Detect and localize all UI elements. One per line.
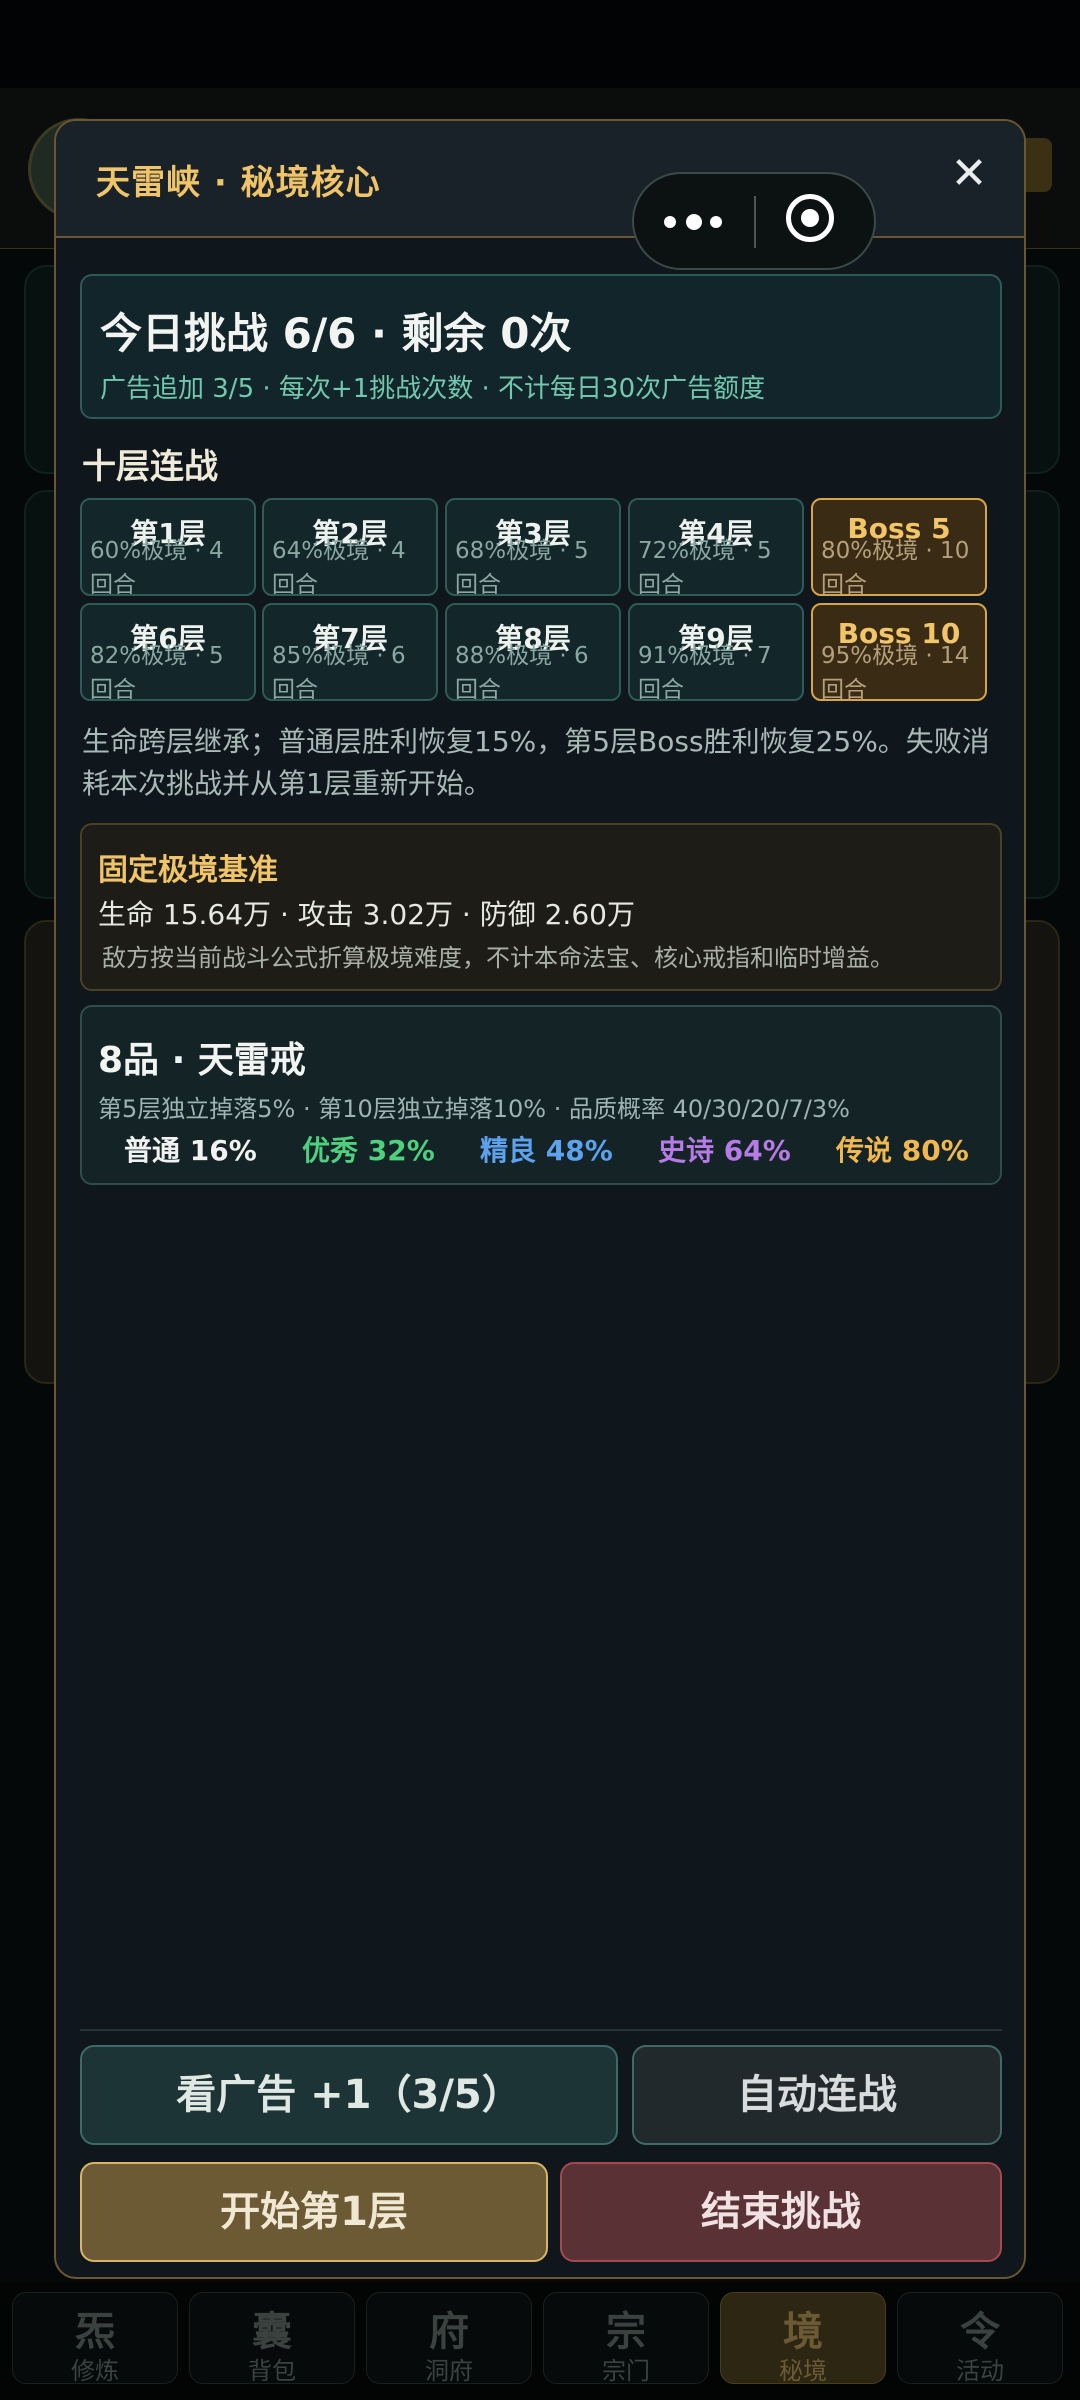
close-icon[interactable]: ✕ bbox=[944, 149, 994, 199]
rule-text: 生命跨层继承；普通层胜利恢复15%，第5层Boss胜利恢复25%。失败消耗本次挑… bbox=[82, 725, 990, 800]
floor-desc: 72%极境 · 5回合 bbox=[638, 538, 772, 596]
more-dots-icon[interactable] bbox=[664, 198, 726, 244]
secret-realm-modal: 天雷峡 · 秘境核心 ✕ 今日挑战 6/6 · 剩余 0次 广告追加 3/5 ·… bbox=[54, 119, 1026, 2279]
floor-desc: 82%极境 · 5回合 bbox=[90, 643, 224, 701]
floor-tile[interactable]: 第3层 68%极境 · 5回合 bbox=[445, 498, 621, 596]
start-floor-button[interactable]: 开始第1层 bbox=[80, 2162, 548, 2262]
floor-desc: 64%极境 · 4回合 bbox=[272, 538, 406, 596]
end-challenge-button[interactable]: 结束挑战 bbox=[560, 2162, 1002, 2262]
quality-rate: 史诗 64% bbox=[658, 1134, 791, 1167]
baseline-stats: 生命 15.64万 · 攻击 3.02万 · 防御 2.60万 bbox=[98, 898, 635, 931]
divider bbox=[754, 196, 756, 248]
divider bbox=[80, 2029, 1002, 2031]
boss-floor-tile[interactable]: Boss 5 80%极境 · 10回合 bbox=[811, 498, 987, 596]
quality-rate: 精良 48% bbox=[480, 1134, 613, 1167]
floor-tile[interactable]: 第7层 85%极境 · 6回合 bbox=[262, 603, 438, 701]
nav-icon: 令 bbox=[960, 2309, 1000, 2355]
challenge-count: 今日挑战 6/6 · 剩余 0次 bbox=[100, 309, 572, 358]
floor-desc: 95%极境 · 14回合 bbox=[821, 643, 970, 701]
floor-desc: 60%极境 · 4回合 bbox=[90, 538, 224, 596]
baseline-note: 敌方按当前战斗公式折算极境难度，不计本命法宝、核心戒指和临时增益。 bbox=[102, 944, 894, 972]
floor-tile[interactable]: 第4层 72%极境 · 5回合 bbox=[628, 498, 804, 596]
status-bar-area bbox=[0, 0, 1080, 88]
nav-item[interactable]: 宗宗门 bbox=[543, 2292, 709, 2385]
floor-desc: 80%极境 · 10回合 bbox=[821, 538, 970, 596]
nav-icon: 囊 bbox=[252, 2309, 292, 2355]
baseline-panel: 固定极境基准 生命 15.64万 · 攻击 3.02万 · 防御 2.60万 敌… bbox=[80, 823, 1002, 991]
reward-panel: 8品 · 天雷戒 第5层独立掉落5% · 第10层独立掉落10% · 品质概率 … bbox=[80, 1005, 1002, 1185]
nav-icon: 炁 bbox=[75, 2309, 115, 2355]
section-title: 十层连战 bbox=[82, 447, 218, 487]
boss-floor-tile[interactable]: Boss 10 95%极境 · 14回合 bbox=[811, 603, 987, 701]
nav-icon: 宗 bbox=[606, 2309, 646, 2355]
bottom-nav: 炁修炼囊背包府洞府宗宗门境秘境令活动 bbox=[0, 2282, 1080, 2400]
reward-drop-info: 第5层独立掉落5% · 第10层独立掉落10% · 品质概率 40/30/20/… bbox=[98, 1095, 850, 1123]
baseline-title: 固定极境基准 bbox=[98, 853, 278, 888]
modal-header: 天雷峡 · 秘境核心 ✕ bbox=[56, 121, 1024, 238]
floor-desc: 68%极境 · 5回合 bbox=[455, 538, 589, 596]
nav-item[interactable]: 境秘境 bbox=[720, 2292, 886, 2385]
nav-icon: 境 bbox=[783, 2309, 823, 2355]
modal-title: 天雷峡 · 秘境核心 bbox=[96, 163, 381, 203]
challenge-ad-info: 广告追加 3/5 · 每次+1挑战次数 · 不计每日30次广告额度 bbox=[100, 374, 766, 404]
nav-label: 背包 bbox=[248, 2357, 296, 2385]
floor-tile[interactable]: 第8层 88%极境 · 6回合 bbox=[445, 603, 621, 701]
quality-rate: 普通 16% bbox=[124, 1134, 257, 1167]
nav-label: 修炼 bbox=[71, 2357, 119, 2385]
nav-label: 活动 bbox=[956, 2357, 1004, 2385]
nav-item[interactable]: 令活动 bbox=[897, 2292, 1063, 2385]
nav-item[interactable]: 囊背包 bbox=[189, 2292, 355, 2385]
nav-icon: 府 bbox=[429, 2309, 469, 2355]
nav-label: 宗门 bbox=[602, 2357, 650, 2385]
nav-label: 秘境 bbox=[779, 2357, 827, 2385]
target-circle-icon[interactable] bbox=[786, 194, 834, 242]
floor-desc: 88%极境 · 6回合 bbox=[455, 643, 589, 701]
floor-tile[interactable]: 第9层 91%极境 · 7回合 bbox=[628, 603, 804, 701]
floor-tile[interactable]: 第6层 82%极境 · 5回合 bbox=[80, 603, 256, 701]
watch-ad-button[interactable]: 看广告 +1（3/5） bbox=[80, 2045, 618, 2145]
floor-tile[interactable]: 第2层 64%极境 · 4回合 bbox=[262, 498, 438, 596]
floor-desc: 91%极境 · 7回合 bbox=[638, 643, 772, 701]
quality-rate: 传说 80% bbox=[836, 1134, 969, 1167]
daily-challenge-panel: 今日挑战 6/6 · 剩余 0次 广告追加 3/5 · 每次+1挑战次数 · 不… bbox=[80, 274, 1002, 419]
floor-tile[interactable]: 第1层 60%极境 · 4回合 bbox=[80, 498, 256, 596]
nav-item[interactable]: 府洞府 bbox=[366, 2292, 532, 2385]
floor-desc: 85%极境 · 6回合 bbox=[272, 643, 406, 701]
nav-item[interactable]: 炁修炼 bbox=[12, 2292, 178, 2385]
nav-label: 洞府 bbox=[425, 2357, 473, 2385]
quality-rate: 优秀 32% bbox=[302, 1134, 435, 1167]
miniprogram-capsule bbox=[632, 172, 876, 270]
reward-title: 8品 · 天雷戒 bbox=[98, 1040, 306, 1081]
auto-battle-button[interactable]: 自动连战 bbox=[632, 2045, 1002, 2145]
